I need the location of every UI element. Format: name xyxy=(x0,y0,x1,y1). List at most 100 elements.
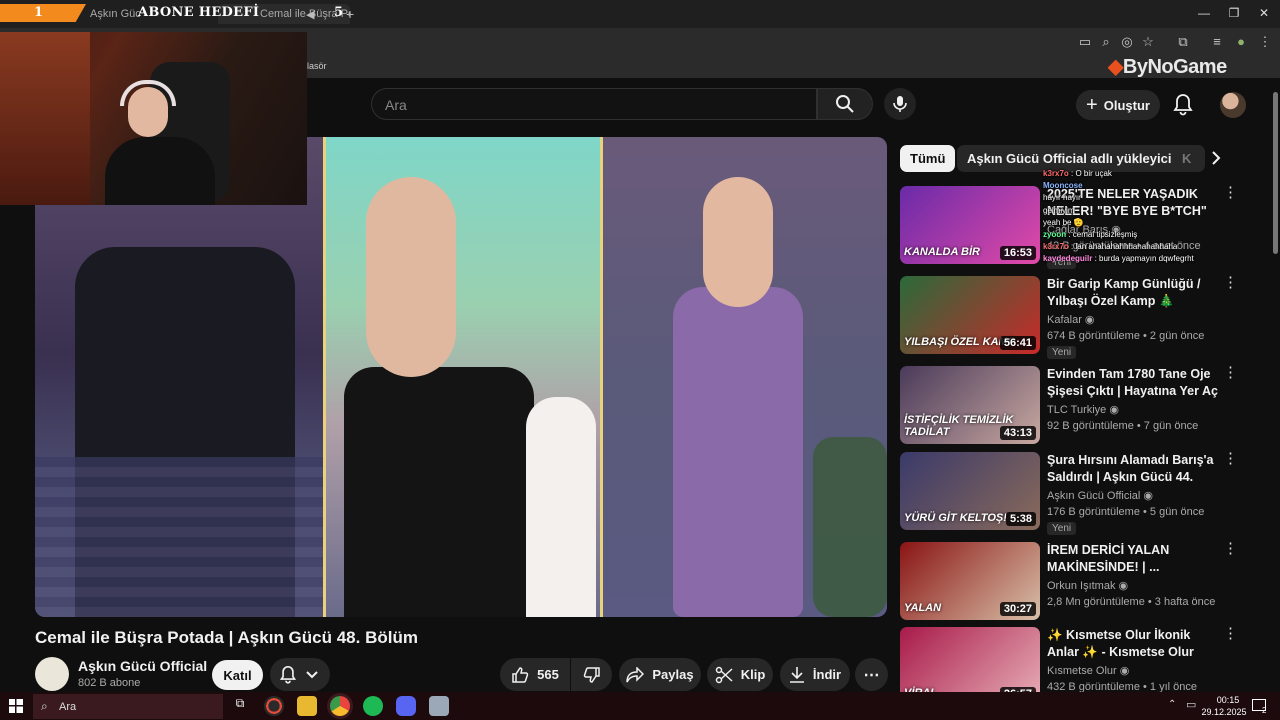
profile-icon[interactable]: ● xyxy=(1233,34,1249,49)
recommendation-item[interactable]: YÜRÜ GİT KELTOŞ! 5:38 Şura Hırsını Alamadı… xyxy=(900,451,1272,535)
recommendation-title[interactable]: Evinden Tam 1780 Tane Oje Şişesi Çıktı |… xyxy=(1047,366,1219,400)
restore-icon[interactable]: ❐ xyxy=(1224,6,1244,20)
more-options-icon[interactable]: ⋮ xyxy=(1223,626,1238,641)
file-explorer-icon[interactable] xyxy=(297,696,317,716)
recommendation-meta: 2,8 Mn görüntüleme • 3 hafta önce xyxy=(1047,596,1216,608)
eye-off-icon[interactable]: ◎ xyxy=(1119,34,1135,50)
network-icon[interactable]: ▭ xyxy=(1186,698,1196,711)
more-options-icon[interactable]: ⋮ xyxy=(1223,365,1238,380)
recommendation-title[interactable]: Bir Garip Kamp Günlüğü / Yılbaşı Özel Ka… xyxy=(1047,276,1219,310)
subscriber-count: 802 B abone xyxy=(78,677,141,689)
subscription-bell-button[interactable] xyxy=(270,658,330,691)
plus-icon: + xyxy=(1086,94,1098,116)
join-button[interactable]: Katıl xyxy=(212,660,263,690)
like-button[interactable]: 565 xyxy=(500,658,570,691)
chat-message: zyoon : cemal tipsizleşmiş xyxy=(1043,230,1138,240)
search-icon xyxy=(836,95,854,113)
verified-icon: ◉ xyxy=(1109,404,1119,416)
recommendation-channel[interactable]: Kısmetse Olur ◉ xyxy=(1047,664,1129,677)
video-player[interactable] xyxy=(35,137,887,617)
recommendation-meta: 674 B görüntüleme • 2 gün önce xyxy=(1047,330,1205,342)
page-scrollbar-thumb[interactable] xyxy=(1273,92,1278,254)
recommendation-title[interactable]: ✨ Kısmetse Olur İkonik Anlar ✨ - Kısmets… xyxy=(1047,627,1219,661)
chat-text: gelmiyim xyxy=(1043,205,1075,215)
chat-message: yeah be 🫡 xyxy=(1043,217,1243,229)
reading-list-icon[interactable]: ≡ xyxy=(1209,34,1225,49)
task-view-icon[interactable]: ⧉ xyxy=(230,696,250,716)
clock-time[interactable]: 00:15 xyxy=(1210,695,1246,705)
obs-icon[interactable] xyxy=(264,696,284,716)
more-options-icon[interactable]: ⋮ xyxy=(1223,451,1238,466)
video-frame-center xyxy=(326,137,600,617)
extensions-icon[interactable]: ⧉ xyxy=(1175,34,1191,50)
channel-name[interactable]: Aşkın Gücü Official xyxy=(78,658,207,674)
taskbar-search[interactable]: ⌕ Ara xyxy=(33,694,223,719)
channel-avatar[interactable] xyxy=(35,657,69,691)
more-options-icon[interactable]: ⋮ xyxy=(1223,275,1238,290)
webcam-curtain xyxy=(0,32,90,205)
bell-icon xyxy=(1173,94,1193,116)
video-thumbnail[interactable]: YILBAŞI ÖZEL KAMP 56:41 xyxy=(900,276,1040,354)
recommendation-channel[interactable]: TLC Turkiye ◉ xyxy=(1047,403,1119,416)
create-button[interactable]: + Oluştur xyxy=(1076,90,1160,120)
recommendation-item[interactable]: YILBAŞI ÖZEL KAMP 56:41 Bir Garip Kamp Gün… xyxy=(900,275,1272,359)
recommendation-channel[interactable]: Orkun Işıtmak ◉ xyxy=(1047,579,1128,592)
video-thumbnail[interactable]: YALAN 30:27 xyxy=(900,542,1040,620)
scissors-icon xyxy=(715,666,733,683)
app-window-icon[interactable] xyxy=(429,696,449,716)
bookmark-star-icon[interactable]: ☆ xyxy=(1140,34,1156,50)
clip-button[interactable]: Klip xyxy=(707,658,773,691)
more-options-icon[interactable]: ⋮ xyxy=(1223,541,1238,556)
recommendation-meta: 176 B görüntüleme • 5 gün önce xyxy=(1047,506,1205,518)
chrome-icon[interactable] xyxy=(330,696,350,716)
cast-icon[interactable]: ▭ xyxy=(1077,34,1093,50)
close-icon[interactable]: ✕ xyxy=(1254,6,1274,20)
clock-date[interactable]: 29.12.2025 xyxy=(1200,707,1248,717)
discord-icon[interactable] xyxy=(396,696,416,716)
chips-next-button[interactable] xyxy=(1206,148,1226,168)
tab-mute-icon[interactable]: ◀ xyxy=(306,4,318,24)
recommendation-title[interactable]: Şura Hırsını Alamadı Barış'a Saldırdı | … xyxy=(1047,452,1219,486)
search-input[interactable]: Ara xyxy=(371,88,817,120)
chat-text: yeah be 🫡 xyxy=(1043,217,1084,227)
thumbnail-text: YÜRÜ GİT KELTOŞ! xyxy=(904,512,1007,524)
recommendation-channel[interactable]: Kafalar ◉ xyxy=(1047,313,1095,326)
search-button[interactable] xyxy=(817,88,873,120)
dislike-button[interactable] xyxy=(571,658,612,691)
spotify-icon[interactable] xyxy=(363,696,383,716)
video-duration: 43:13 xyxy=(999,426,1036,440)
chip-all[interactable]: Tümü xyxy=(900,145,956,172)
chat-message: gelmiyim xyxy=(1043,205,1243,217)
voice-search-button[interactable] xyxy=(884,88,916,120)
tab-channel[interactable]: Aşkın Gücü Official - YouTube xyxy=(90,4,140,24)
video-thumbnail[interactable]: YÜRÜ GİT KELTOŞ! 5:38 xyxy=(900,452,1040,530)
recommendation-title[interactable]: İREM DERİCİ YALAN MAKİNESİNDE! | ... xyxy=(1047,542,1219,576)
recommendation-meta: 92 B görüntüleme • 7 gün önce xyxy=(1047,420,1199,432)
chat-username: Mooncose xyxy=(1043,181,1083,191)
zoom-icon[interactable]: ⌕ xyxy=(1098,34,1114,50)
chat-username: zyoon xyxy=(1043,230,1067,240)
sponsor-logo: ◆ByNoGame xyxy=(1108,56,1227,78)
minimize-icon[interactable]: — xyxy=(1194,6,1214,20)
recommendation-channel[interactable]: Aşkın Gücü Official ◉ xyxy=(1047,489,1153,502)
share-button[interactable]: Paylaş xyxy=(619,658,701,691)
new-tab-icon[interactable]: + xyxy=(346,4,360,24)
windows-start-icon[interactable] xyxy=(9,699,23,713)
more-actions-icon[interactable]: ⋯ xyxy=(855,658,888,691)
chat-text: cemal tipsizleşmiş xyxy=(1072,230,1138,240)
video-duration: 56:41 xyxy=(999,336,1036,350)
video-thumbnail[interactable]: İSTİFÇİLİK TEMİZLİK TADİLAT 43:13 xyxy=(900,366,1040,444)
recommendation-item[interactable]: YALAN 30:27 İREM DERİCİ YALAN MAKİNESİNDE!… xyxy=(900,541,1272,622)
menu-icon[interactable]: ⋮ xyxy=(1257,34,1273,50)
video-thumbnail[interactable]: KANALDA BİR 16:53 xyxy=(900,186,1040,264)
account-avatar[interactable] xyxy=(1220,92,1246,118)
chat-overlay: k3rx7o : O bir uçak Mooncose hayır hayır ge… xyxy=(1043,168,1243,266)
search-icon: ⌕ xyxy=(41,699,48,713)
notifications-button[interactable] xyxy=(1172,93,1196,117)
recommendation-item[interactable]: İSTİFÇİLİK TEMİZLİK TADİLAT 43:13 Evinden … xyxy=(900,365,1272,446)
video-stone-wall xyxy=(35,457,323,617)
tray-chevron-icon[interactable]: ⌃ xyxy=(1168,699,1176,710)
chat-username: k3rx7o xyxy=(1043,242,1069,252)
share-icon xyxy=(626,666,645,682)
download-button[interactable]: İndir xyxy=(780,658,850,691)
